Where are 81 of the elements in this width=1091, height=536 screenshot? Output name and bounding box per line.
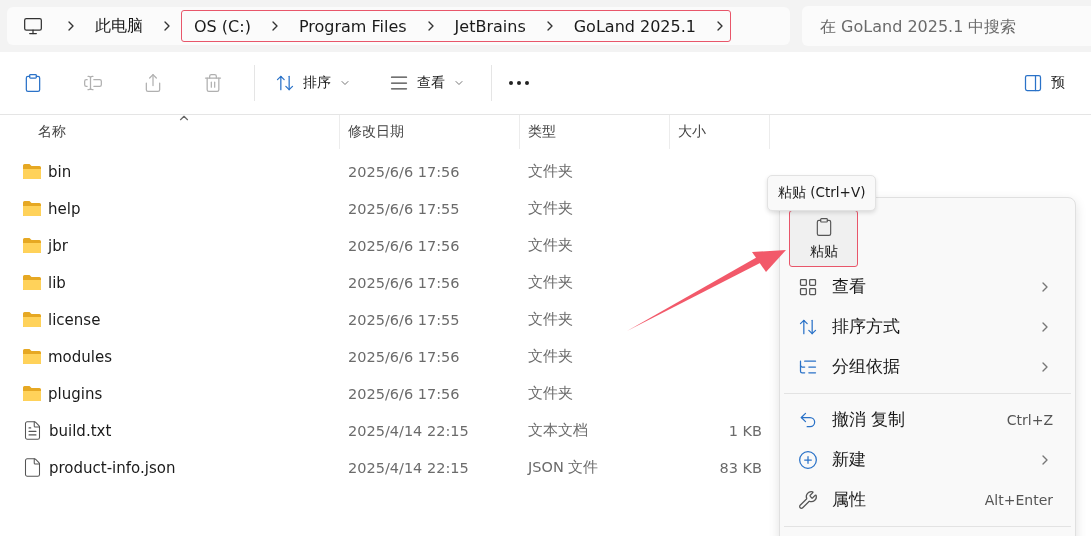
file-name[interactable]: plugins <box>48 384 103 403</box>
file-name[interactable]: modules <box>48 347 113 366</box>
menu-label: 分组依据 <box>832 356 901 378</box>
file-icon <box>22 457 43 478</box>
file-name[interactable]: jbr <box>48 236 68 255</box>
delete-icon <box>203 73 223 93</box>
shortcut-text: Ctrl+Z <box>1006 412 1053 428</box>
type-cell-text: 文本文档 <box>527 421 589 440</box>
menu-item[interactable]: 属性 Alt+Enter <box>780 480 1075 520</box>
folder-icon <box>22 385 42 402</box>
text-file-icon <box>22 420 43 441</box>
address-bar[interactable]: 此电脑 OS (C:) Program Files JetBrains GoLand 2025.1 <box>7 7 790 45</box>
breadcrumb[interactable]: OS (C:) <box>184 16 261 36</box>
computer-icon[interactable] <box>23 16 43 36</box>
menu-item[interactable]: 排序方式 <box>780 307 1075 347</box>
menu-label: 新建 <box>832 449 867 471</box>
column-header[interactable]: 修改日期 <box>340 115 520 149</box>
paste-icon <box>23 73 43 93</box>
type-cell-text: 文件夹 <box>527 310 574 329</box>
wrench-icon <box>798 490 818 510</box>
breadcrumb[interactable]: 此电脑 <box>85 15 153 37</box>
rename-icon <box>83 73 103 93</box>
date-cell-text: 2025/6/6 17:56 <box>347 274 461 291</box>
column-header[interactable]: 大小 <box>670 115 770 149</box>
date-cell-text: 2025/6/6 17:55 <box>347 200 461 217</box>
menu-item[interactable]: 新建 <box>780 440 1075 480</box>
menu-label: 属性 <box>832 489 867 511</box>
menu-label: 排序方式 <box>832 316 901 338</box>
sort-button[interactable]: 排序 <box>263 65 363 101</box>
date-cell-text: 2025/6/6 17:56 <box>347 237 461 254</box>
type-cell-text: JSON 文件 <box>526 458 600 477</box>
folder-icon <box>22 163 42 180</box>
menu-item[interactable]: 分组依据 <box>780 347 1075 387</box>
file-name[interactable]: build.txt <box>49 421 112 440</box>
plus-circle-icon <box>798 450 818 470</box>
folder-icon <box>22 274 42 291</box>
menu-label: 撤消 复制 <box>832 409 907 431</box>
date-cell-text: 2025/6/6 17:55 <box>347 311 461 328</box>
type-cell-text: 文件夹 <box>527 236 574 255</box>
sort-icon <box>798 317 818 337</box>
date-cell-text: 2025/4/14 22:15 <box>347 459 470 476</box>
share-icon <box>143 73 163 93</box>
date-cell-text: 2025/6/6 17:56 <box>347 163 461 180</box>
breadcrumb[interactable]: GoLand 2025.1 <box>563 16 706 36</box>
file-name[interactable]: bin <box>48 162 72 181</box>
menu-item[interactable]: 查看 <box>780 267 1075 307</box>
breadcrumb[interactable]: JetBrains <box>444 16 536 36</box>
type-cell-text: 文件夹 <box>527 273 574 292</box>
menu-item[interactable]: 撤消 复制 Ctrl+Z <box>780 400 1075 440</box>
file-name[interactable]: lib <box>48 273 66 292</box>
column-header[interactable]: 类型 <box>520 115 670 149</box>
more-icon <box>509 81 529 85</box>
folder-icon <box>22 237 42 254</box>
size-cell: 1 KB <box>728 422 762 439</box>
type-cell-text: 文件夹 <box>527 199 574 218</box>
sort-icon <box>275 73 295 93</box>
grid-icon <box>798 277 818 297</box>
date-cell-text: 2025/6/6 17:56 <box>347 385 461 402</box>
date-cell-text: 2025/4/14 22:15 <box>347 422 470 439</box>
type-cell-text: 文件夹 <box>527 347 574 366</box>
type-cell-text: 文件夹 <box>527 162 574 181</box>
type-cell-text: 文件夹 <box>527 384 574 403</box>
folder-icon <box>22 200 42 217</box>
file-name[interactable]: product-info.json <box>49 458 176 477</box>
date-cell-text: 2025/6/6 17:56 <box>347 348 461 365</box>
view-button[interactable]: 查看 <box>377 65 477 101</box>
breadcrumb[interactable]: Program Files <box>288 16 417 36</box>
column-header[interactable]: 名称 <box>0 115 340 149</box>
paste-button[interactable]: 粘贴 <box>789 210 858 267</box>
preview-pane-icon <box>1023 73 1043 93</box>
shortcut-text: Alt+Enter <box>984 492 1053 508</box>
undo-icon <box>798 410 818 430</box>
folder-icon <box>22 348 42 365</box>
file-name[interactable]: help <box>48 199 81 218</box>
folder-icon <box>22 311 42 328</box>
file-name[interactable]: license <box>48 310 101 329</box>
search-field[interactable]: 在 GoLand 2025.1 中搜索 <box>802 6 1091 46</box>
preview-button[interactable]: 预 <box>1011 65 1077 101</box>
size-cell: 83 KB <box>719 459 762 476</box>
menu-label: 查看 <box>832 276 867 298</box>
tooltip: 粘贴 (Ctrl+V) <box>767 175 877 211</box>
